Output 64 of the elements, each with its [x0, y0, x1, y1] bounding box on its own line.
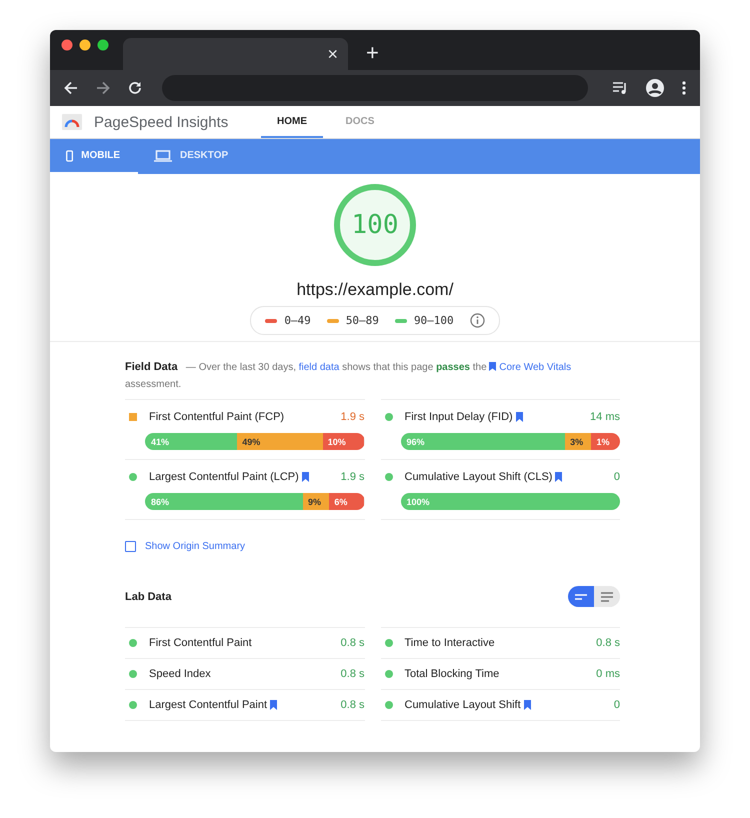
metric-name: Cumulative Layout Shift	[404, 699, 521, 711]
app-title: PageSpeed Insights	[94, 114, 230, 130]
metric-name: First Input Delay (FID)	[404, 411, 513, 423]
page-url: https://example.com/	[296, 280, 454, 300]
legend-label: 90–100	[414, 314, 454, 327]
legend-label: 50–89	[346, 314, 379, 327]
distribution-segment: 49%	[237, 433, 323, 450]
distribution-segment: 86%	[145, 493, 304, 510]
section-title: Field Data	[125, 361, 178, 373]
metric-name: First Contentful Paint	[149, 637, 252, 649]
metric-name: Largest Contentful Paint (LCP)	[149, 471, 299, 483]
short-lines-icon	[575, 592, 587, 600]
field-data-summary: Field Data — Over the last 30 days, field data shows that this page passes the Core Web Vitals assessment.	[125, 360, 572, 392]
metric-name: Cumulative Layout Shift (CLS)	[404, 471, 552, 483]
origin-summary-toggle[interactable]: Show Origin Summary	[125, 541, 246, 552]
reload-icon[interactable]	[128, 81, 142, 95]
lines-icon	[601, 592, 613, 602]
legend-label: 0–49	[284, 314, 311, 327]
metric-value: 14 ms	[590, 411, 620, 423]
close-tab-button[interactable]: ×	[327, 45, 338, 63]
metric-value: 0.8 s	[340, 637, 364, 649]
more-icon[interactable]	[682, 81, 686, 95]
section-title: Lab Data	[125, 590, 172, 602]
device-tab[interactable]: DESKTOP	[138, 139, 246, 174]
laptop-icon	[154, 150, 172, 162]
window-controls-icon[interactable]	[61, 39, 111, 51]
new-tab-button[interactable]: +	[366, 42, 379, 64]
field-data-link[interactable]: field data	[298, 362, 340, 373]
gauge-logo-icon	[62, 114, 82, 130]
back-icon[interactable]	[64, 81, 78, 95]
distribution-segment: 96%	[400, 433, 566, 450]
distribution-segment: 1%	[591, 433, 620, 450]
distribution-segment: 41%	[145, 433, 238, 450]
metric-value: 0	[614, 699, 620, 711]
device-tab[interactable]: MOBILE	[50, 139, 138, 174]
metric-value: 0	[614, 471, 620, 483]
distribution-segment: 3%	[565, 433, 592, 450]
metric-name: Time to Interactive	[404, 637, 495, 649]
checkbox[interactable]	[125, 541, 136, 552]
bookmark-icon	[489, 362, 496, 371]
metric-value: 0.8 s	[596, 637, 620, 649]
playlist-icon[interactable]	[612, 81, 628, 95]
view-toggle-button[interactable]	[568, 586, 594, 607]
core-web-vitals-link[interactable]: Core Web Vitals	[489, 362, 572, 373]
metric-name: Speed Index	[149, 668, 211, 680]
forward-icon[interactable]	[96, 81, 110, 95]
account-icon[interactable]	[646, 79, 664, 97]
metric-name: Largest Contentful Paint	[149, 699, 268, 711]
metric-value: 0 ms	[596, 668, 620, 680]
distribution-segment: 6%	[329, 493, 364, 510]
info-icon[interactable]	[470, 313, 485, 328]
metric-value: 0.8 s	[340, 699, 364, 711]
distribution-segment: 9%	[303, 493, 330, 510]
metric-value: 1.9 s	[340, 411, 364, 423]
phone-icon	[66, 148, 74, 164]
metric-value: 0.8 s	[340, 668, 364, 680]
browser-tab[interactable]: ×	[123, 38, 348, 70]
metric-name: Total Blocking Time	[404, 668, 500, 680]
distribution-segment: 10%	[322, 433, 364, 450]
distribution-segment: 100%	[400, 493, 620, 510]
metric-value: 1.9 s	[340, 471, 364, 483]
score-value: 100	[350, 210, 400, 240]
nav-tab[interactable]: DOCS	[329, 106, 391, 138]
metric-name: First Contentful Paint (FCP)	[149, 411, 284, 423]
